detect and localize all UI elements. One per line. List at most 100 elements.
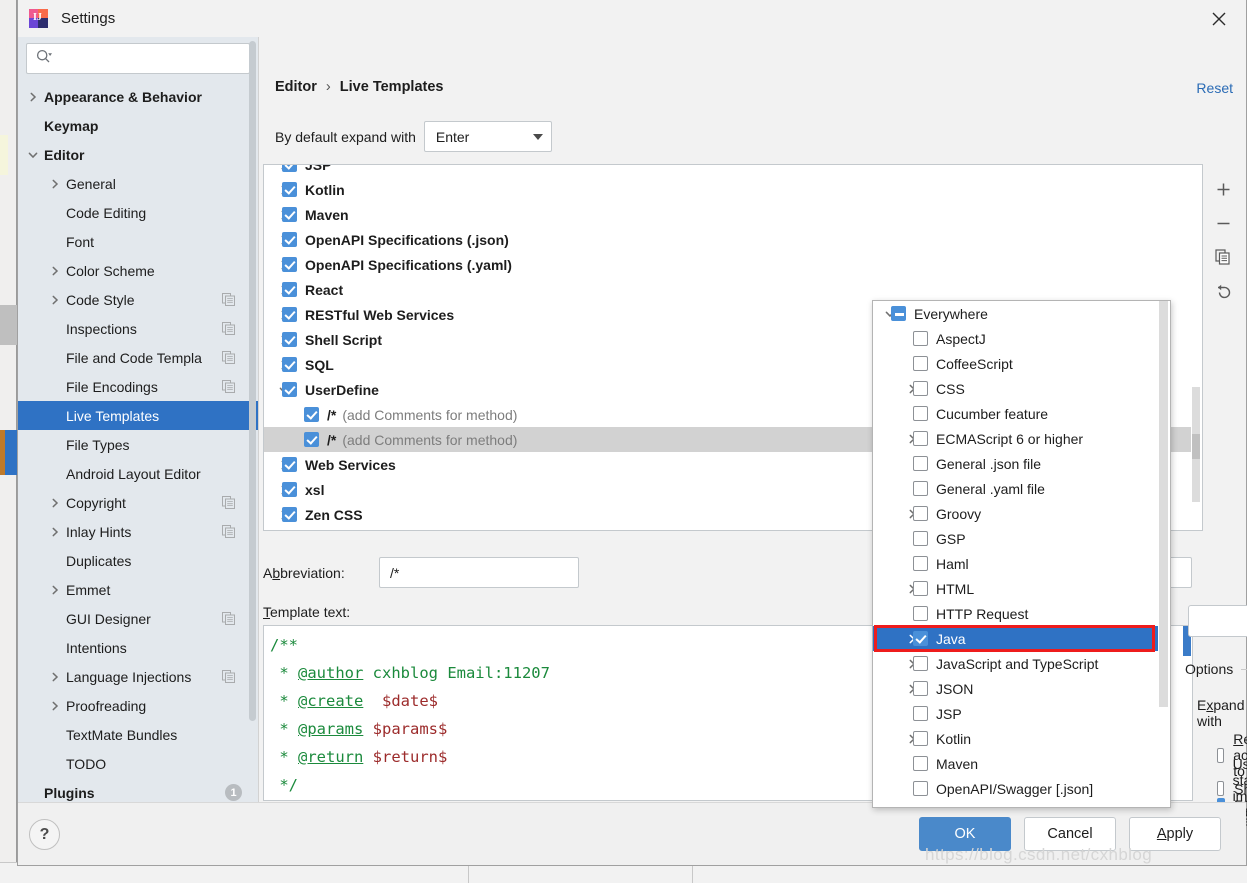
template-checkbox[interactable] [282, 282, 297, 297]
context-option-ecmascript-6-or-higher[interactable]: ECMAScript 6 or higher [873, 426, 1170, 451]
context-checkbox[interactable] [913, 756, 928, 771]
context-checkbox[interactable] [913, 456, 928, 471]
reset-link[interactable]: Reset [1196, 80, 1233, 96]
chevron-right-icon[interactable] [49, 584, 61, 596]
context-checkbox[interactable] [913, 381, 928, 396]
chevron-right-icon[interactable] [49, 265, 61, 277]
template-checkbox[interactable] [282, 307, 297, 322]
sidebar-item-code-style[interactable]: Code Style [18, 285, 258, 314]
template-tree-row[interactable]: Kotlin [264, 177, 1202, 202]
template-tree-row[interactable]: OpenAPI Specifications (.yaml) [264, 252, 1202, 277]
context-option-jsp[interactable]: JSP [873, 701, 1170, 726]
context-checkbox[interactable] [913, 631, 928, 646]
context-checkbox[interactable] [913, 581, 928, 596]
chevron-right-icon[interactable] [49, 671, 61, 683]
context-option-java[interactable]: Java [873, 625, 1170, 652]
search-box[interactable] [26, 43, 250, 74]
edit-variables-button[interactable]: Edit variables [1188, 605, 1247, 637]
sidebar-item-live-templates[interactable]: Live Templates [18, 401, 258, 430]
context-checkbox[interactable] [913, 706, 928, 721]
context-option-kotlin[interactable]: Kotlin [873, 726, 1170, 751]
add-template-button[interactable] [1210, 172, 1236, 206]
template-checkbox[interactable] [282, 257, 297, 272]
template-tree-row[interactable]: React [264, 277, 1202, 302]
sidebar-item-editor[interactable]: Editor [18, 140, 258, 169]
context-checkbox[interactable] [913, 731, 928, 746]
template-checkbox[interactable] [282, 457, 297, 472]
template-tree-row[interactable]: JSP [264, 165, 1202, 177]
copy-settings-icon[interactable] [222, 380, 235, 393]
context-option-groovy[interactable]: Groovy [873, 501, 1170, 526]
context-option-cucumber-feature[interactable]: Cucumber feature [873, 401, 1170, 426]
context-chooser-scrollbar[interactable] [1158, 301, 1170, 807]
sidebar-item-code-editing[interactable]: Code Editing [18, 198, 258, 227]
template-checkbox[interactable] [282, 182, 297, 197]
context-option-gsp[interactable]: GSP [873, 526, 1170, 551]
context-chooser-scroll-thumb[interactable] [1159, 301, 1168, 707]
context-option-html[interactable]: HTML [873, 576, 1170, 601]
apply-button[interactable]: Apply [1129, 817, 1221, 851]
template-text-scrollbar[interactable] [1182, 626, 1192, 800]
context-checkbox[interactable] [913, 481, 928, 496]
context-option-aspectj[interactable]: AspectJ [873, 326, 1170, 351]
remove-template-button[interactable] [1210, 206, 1236, 240]
copy-settings-icon[interactable] [222, 351, 235, 364]
sidebar-item-intentions[interactable]: Intentions [18, 633, 258, 662]
sidebar-item-duplicates[interactable]: Duplicates [18, 546, 258, 575]
help-button[interactable]: ? [29, 819, 60, 850]
chevron-right-icon[interactable] [49, 294, 61, 306]
chevron-down-icon[interactable] [27, 149, 39, 161]
chevron-right-icon[interactable] [49, 526, 61, 538]
ok-button[interactable]: OK [919, 817, 1011, 851]
sidebar-item-file-types[interactable]: File Types [18, 430, 258, 459]
sidebar-item-language-injections[interactable]: Language Injections [18, 662, 258, 691]
cancel-button[interactable]: Cancel [1024, 817, 1116, 851]
context-checkbox[interactable] [891, 306, 906, 321]
template-tree-row[interactable]: OpenAPI Specifications (.json) [264, 227, 1202, 252]
context-checkbox[interactable] [913, 506, 928, 521]
context-option-general-json-file[interactable]: General .json file [873, 451, 1170, 476]
context-option-openapi-swagger-json[interactable]: OpenAPI/Swagger [.json] [873, 776, 1170, 801]
context-option-http-request[interactable]: HTTP Request [873, 601, 1170, 626]
template-checkbox[interactable] [282, 507, 297, 522]
template-checkbox[interactable] [282, 357, 297, 372]
template-checkbox[interactable] [282, 382, 297, 397]
context-option-coffeescript[interactable]: CoffeeScript [873, 351, 1170, 376]
context-chooser-popup[interactable]: Everywhere AspectJ CoffeeScript CSS Cucumber… [872, 300, 1171, 808]
context-option-css[interactable]: CSS [873, 376, 1170, 401]
duplicate-template-button[interactable] [1210, 240, 1236, 274]
context-option-maven[interactable]: Maven [873, 751, 1170, 776]
context-option-javascript-and-typescript[interactable]: JavaScript and TypeScript [873, 651, 1170, 676]
sidebar-scrollbar[interactable] [249, 41, 256, 786]
sidebar-item-plugins[interactable]: Plugins 1 [18, 778, 258, 802]
settings-nav-tree[interactable]: Appearance & Behavior Keymap Editor General… [18, 82, 258, 802]
sidebar-item-emmet[interactable]: Emmet [18, 575, 258, 604]
context-checkbox[interactable] [913, 406, 928, 421]
sidebar-item-font[interactable]: Font [18, 227, 258, 256]
template-tree-scrollbar[interactable] [1191, 165, 1202, 530]
template-checkbox[interactable] [282, 165, 297, 172]
context-checkbox[interactable] [913, 556, 928, 571]
copy-settings-icon[interactable] [222, 496, 235, 509]
context-checkbox[interactable] [913, 781, 928, 796]
context-checkbox[interactable] [913, 681, 928, 696]
context-option-everywhere[interactable]: Everywhere [873, 301, 1170, 326]
context-option-general-yaml-file[interactable]: General .yaml file [873, 476, 1170, 501]
context-checkbox[interactable] [913, 356, 928, 371]
chevron-right-icon[interactable] [49, 178, 61, 190]
template-checkbox[interactable] [282, 482, 297, 497]
sidebar-item-android-layout-editor[interactable]: Android Layout Editor [18, 459, 258, 488]
template-checkbox[interactable] [282, 332, 297, 347]
template-checkbox[interactable] [304, 432, 319, 447]
copy-settings-icon[interactable] [222, 525, 235, 538]
sidebar-item-color-scheme[interactable]: Color Scheme [18, 256, 258, 285]
context-checkbox[interactable] [913, 606, 928, 621]
sidebar-scroll-thumb[interactable] [249, 41, 256, 721]
sidebar-item-gui-designer[interactable]: GUI Designer [18, 604, 258, 633]
default-expand-select[interactable]: Enter [423, 121, 552, 152]
search-input[interactable] [53, 50, 249, 67]
breadcrumb-parent[interactable]: Editor [275, 79, 317, 95]
context-checkbox[interactable] [913, 331, 928, 346]
context-checkbox[interactable] [913, 656, 928, 671]
sidebar-item-proofreading[interactable]: Proofreading [18, 691, 258, 720]
